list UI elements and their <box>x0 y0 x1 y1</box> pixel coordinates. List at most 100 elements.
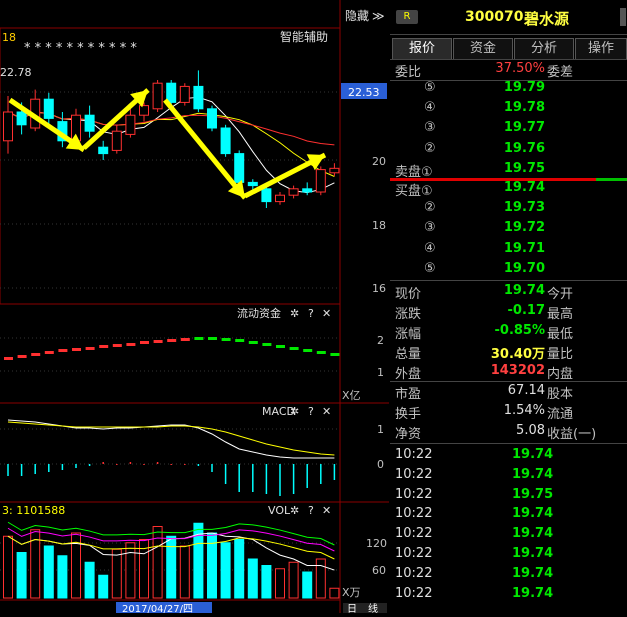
candle-body[interactable] <box>98 146 109 155</box>
tab-analysis[interactable]: 分析 <box>514 38 574 59</box>
candle-body[interactable] <box>3 111 13 142</box>
vol-title: VOL <box>268 504 291 517</box>
current-price-tag-text: 22.53 <box>348 86 380 99</box>
macd-tick-1: 1 <box>377 423 384 436</box>
order-level-row[interactable]: ④ 19.78 <box>390 100 627 120</box>
period-day[interactable]: 日 <box>347 604 357 615</box>
flow-title: 流动资金 <box>237 306 281 320</box>
gear-icon[interactable]: ✲ <box>290 504 299 517</box>
candle-body[interactable] <box>16 111 27 126</box>
gear-icon[interactable]: ✲ <box>290 405 299 418</box>
order-level-row[interactable]: 买盘① 19.74 <box>390 180 627 200</box>
candle-body[interactable] <box>84 114 95 132</box>
tick-row[interactable]: 10:22 19.74 <box>390 546 627 566</box>
candle-body[interactable] <box>139 105 149 116</box>
candle-body[interactable] <box>234 153 245 183</box>
candle-body[interactable] <box>125 114 136 135</box>
tick-row[interactable]: 10:22 19.74 <box>390 586 627 606</box>
order-level-row[interactable]: ② 19.76 <box>390 141 627 161</box>
order-level-row[interactable]: ⑤ 19.70 <box>390 261 627 281</box>
flow-bar <box>208 337 217 340</box>
candle-body[interactable] <box>207 108 217 129</box>
level-label: ⑤ <box>424 260 436 276</box>
candle-body[interactable] <box>275 194 285 203</box>
tab-operate[interactable]: 操作 <box>575 38 627 59</box>
order-level-row[interactable]: ③ 19.77 <box>390 120 627 140</box>
candle-body[interactable] <box>166 82 177 103</box>
stat-label2: 内盘 <box>547 367 574 382</box>
vol-unit: X万 <box>342 586 361 599</box>
weibi-label: 委比 <box>395 65 422 80</box>
hide-arrow-icon[interactable]: ≫ <box>372 9 385 23</box>
sell-price: 19.79 <box>503 80 545 95</box>
trend-arrows <box>8 88 327 200</box>
order-level-row[interactable]: ④ 19.71 <box>390 241 627 261</box>
gear-icon[interactable]: ✲ <box>290 307 299 320</box>
flow-bar <box>248 341 258 344</box>
stats-separator <box>390 381 627 382</box>
close-icon[interactable]: ✕ <box>322 307 331 320</box>
candle-body[interactable] <box>315 169 326 193</box>
buy-price: 19.72 <box>503 220 545 236</box>
help-icon[interactable]: ? <box>308 307 314 320</box>
help-icon[interactable]: ? <box>308 504 314 517</box>
candle-body[interactable] <box>111 130 122 151</box>
flow-bar <box>126 343 136 346</box>
y-tick-20: 20 <box>372 155 386 168</box>
vol-tick-60: 60 <box>372 564 386 577</box>
candle-body[interactable] <box>43 98 54 119</box>
candle-body[interactable] <box>302 188 313 193</box>
volume-bar <box>261 565 272 599</box>
tick-price: 19.75 <box>512 486 554 502</box>
volume-bar <box>125 542 136 599</box>
flow-bar <box>17 355 27 358</box>
period-line[interactable]: 线 <box>368 602 378 615</box>
kline-chart-svg[interactable]: 18 * * * * * * * * * * * 智能辅助 22.78 ≫ 隐藏… <box>0 0 389 615</box>
ma20-line <box>7 111 335 146</box>
flow-bar <box>85 347 95 350</box>
candle-body[interactable] <box>329 167 340 174</box>
tick-row[interactable]: 10:22 19.74 <box>390 526 627 546</box>
close-icon[interactable]: ✕ <box>322 405 331 418</box>
candle-body[interactable] <box>193 85 204 110</box>
order-level-row[interactable]: ⑤ 19.79 <box>390 80 627 100</box>
stat-label: 净资 <box>395 427 422 442</box>
stat-value: -0.17 <box>507 303 545 318</box>
tick-row[interactable]: 10:22 19.74 <box>390 467 627 487</box>
weibi-row: 委比 37.50% 委差 <box>390 61 627 81</box>
stat-value: -0.85% <box>494 323 546 338</box>
help-icon[interactable]: ? <box>308 405 314 418</box>
moving-average-lines <box>7 96 335 194</box>
tick-row[interactable]: 10:22 19.74 <box>390 506 627 526</box>
smart-assist-button[interactable]: 智能辅助 <box>280 29 328 44</box>
close-icon[interactable]: ✕ <box>322 504 331 517</box>
candlesticks[interactable] <box>3 70 340 208</box>
candle-body[interactable] <box>152 82 163 110</box>
order-level-row[interactable]: ③ 19.72 <box>390 220 627 240</box>
candle-body[interactable] <box>288 188 299 196</box>
kline-chart-area[interactable]: 18 * * * * * * * * * * * 智能辅助 22.78 ≫ 隐藏… <box>0 0 389 615</box>
tick-row[interactable]: 10:22 19.74 <box>390 566 627 586</box>
flow-unit: X亿 <box>342 389 361 402</box>
candle-body[interactable] <box>247 181 258 187</box>
tab-funds[interactable]: 资金 <box>453 38 513 59</box>
buy-price: 19.74 <box>503 180 545 195</box>
candle-body[interactable] <box>220 127 231 155</box>
main-chart-frame <box>0 27 341 305</box>
candle-body[interactable] <box>261 188 272 203</box>
tab-quote[interactable]: 报价 <box>392 38 452 59</box>
tick-row[interactable]: 10:22 19.75 <box>390 487 627 507</box>
tick-row[interactable]: 10:22 19.74 <box>390 447 627 467</box>
volume-bar <box>234 539 245 599</box>
volume-bar <box>111 548 122 599</box>
ma10-line <box>7 111 335 177</box>
flow-bar <box>194 337 204 340</box>
header-scroll-handle[interactable] <box>620 8 626 26</box>
volume-bar <box>152 526 163 599</box>
candle-body[interactable] <box>179 85 190 103</box>
tick-time: 10:22 <box>395 447 433 462</box>
order-level-row[interactable]: ② 19.73 <box>390 200 627 220</box>
volume-bar <box>315 558 326 599</box>
hide-button[interactable]: 隐藏 <box>345 9 369 23</box>
stat-value: 5.08 <box>516 423 545 438</box>
